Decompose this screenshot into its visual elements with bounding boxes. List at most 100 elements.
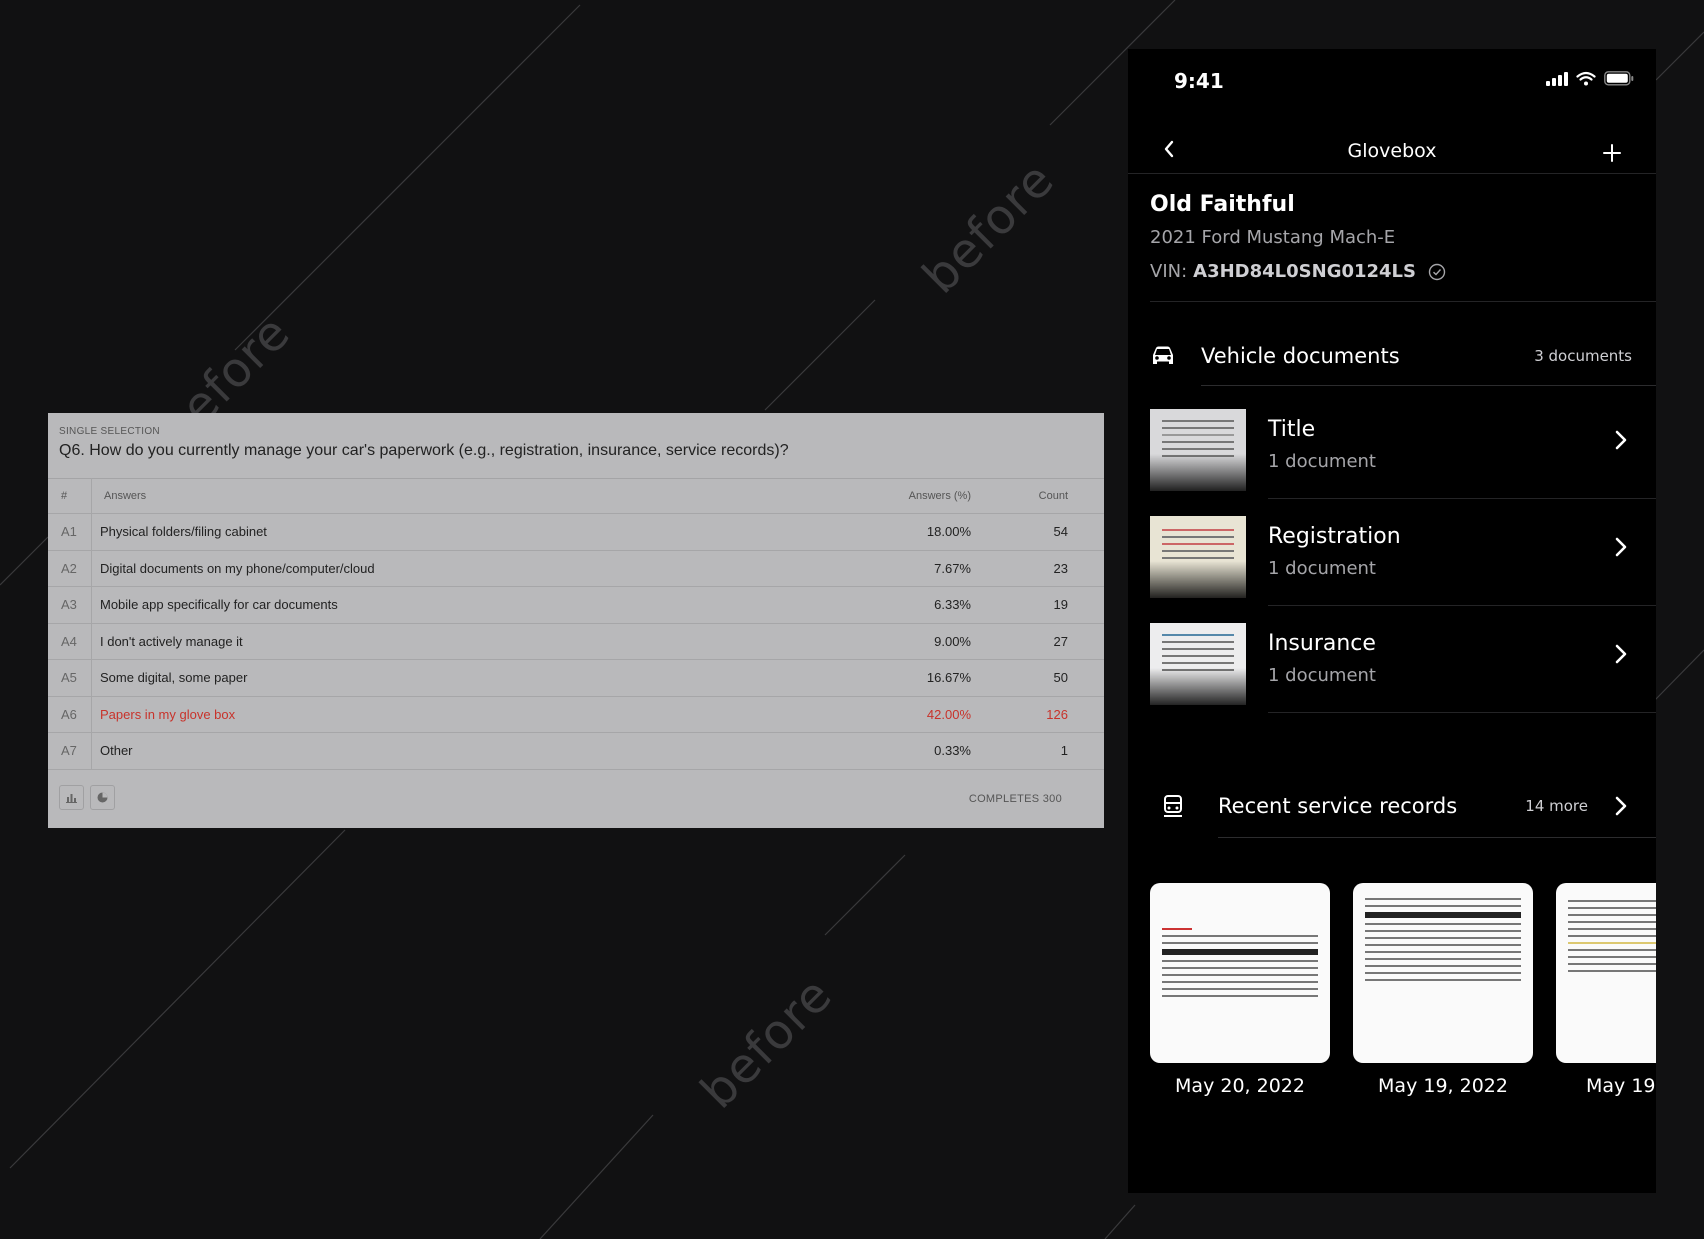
- divider: [1150, 301, 1656, 302]
- document-item-registration[interactable]: Registration 1 document: [1150, 506, 1656, 606]
- plus-icon: [1603, 144, 1621, 162]
- service-record-date: May 19,: [1586, 1075, 1656, 1097]
- chart-toggle-group: [59, 785, 115, 810]
- verified-check-icon: [1428, 263, 1446, 280]
- row-pct: 42.00%: [926, 706, 971, 722]
- battery-icon: [1604, 71, 1634, 86]
- document-title: Insurance: [1268, 631, 1376, 656]
- vehicle-documents-count: 3 documents: [1534, 347, 1632, 365]
- row-pct: 9.00%: [934, 633, 971, 649]
- vehicle-vin: VIN: A3HD84L0SNG0124LS: [1150, 261, 1446, 282]
- chevron-right-icon: [1615, 644, 1627, 664]
- document-title: Registration: [1268, 524, 1401, 549]
- vehicle-documents-header: Vehicle documents 3 documents: [1128, 334, 1656, 378]
- row-count: 23: [1053, 560, 1068, 576]
- service-record-card[interactable]: [1353, 883, 1533, 1063]
- question-text: Q6. How do you currently manage your car…: [59, 442, 789, 459]
- divider: [1128, 173, 1656, 174]
- row-pct: 7.67%: [934, 560, 971, 576]
- document-count: 1 document: [1268, 451, 1376, 472]
- selection-type-label: SINGLE SELECTION: [59, 426, 160, 437]
- vehicle-name: Old Faithful: [1150, 192, 1295, 217]
- row-count: 27: [1053, 633, 1068, 649]
- watermark-before-bottom: before: [690, 966, 844, 1120]
- service-records-header[interactable]: Recent service records 14 more: [1128, 784, 1656, 828]
- row-answer: Some digital, some paper: [100, 670, 248, 686]
- table-row-highlighted: A6 Papers in my glove box 42.00% 126: [48, 696, 1104, 733]
- header-pct: Answers (%): [908, 489, 971, 502]
- row-answer: Physical folders/filing cabinet: [100, 524, 267, 540]
- header-answers: Answers: [104, 489, 147, 502]
- completes-count: COMPLETES 300: [968, 793, 1062, 805]
- row-pct: 0.33%: [934, 743, 971, 759]
- row-count: 54: [1053, 524, 1068, 540]
- service-icon: [1164, 795, 1182, 817]
- row-count: 126: [1046, 706, 1068, 722]
- document-count: 1 document: [1268, 558, 1376, 579]
- pie-chart-button[interactable]: [90, 785, 115, 810]
- row-id: A1: [61, 524, 77, 540]
- row-answer: Mobile app specifically for car document…: [100, 597, 338, 613]
- vehicle-model: 2021 Ford Mustang Mach-E: [1150, 227, 1396, 248]
- table-row: A2 Digital documents on my phone/compute…: [48, 550, 1104, 587]
- service-record-card[interactable]: [1150, 883, 1330, 1063]
- chevron-right-icon: [1615, 796, 1627, 816]
- row-id: A7: [61, 743, 77, 759]
- table-row: A3 Mobile app specifically for car docum…: [48, 587, 1104, 624]
- document-item-insurance[interactable]: Insurance 1 document: [1150, 613, 1656, 713]
- divider: [1218, 837, 1656, 838]
- divider: [1201, 385, 1656, 386]
- header-count: Count: [1038, 489, 1068, 502]
- signal-icon: [1546, 71, 1568, 86]
- document-title: Title: [1268, 417, 1316, 442]
- nav-bar: Glovebox: [1128, 129, 1656, 177]
- document-thumbnail: [1150, 409, 1246, 491]
- header-num: #: [61, 489, 68, 502]
- status-icons: [1546, 71, 1634, 86]
- watermark-before-top: before: [912, 151, 1066, 305]
- table-row: A4 I don't actively manage it 9.00% 27: [48, 623, 1104, 660]
- wifi-icon: [1576, 71, 1596, 86]
- row-id: A4: [61, 633, 77, 649]
- document-item-title[interactable]: Title 1 document: [1150, 399, 1656, 499]
- service-record-date: May 19, 2022: [1378, 1075, 1508, 1097]
- car-icon: [1153, 346, 1173, 364]
- row-id: A6: [61, 706, 77, 722]
- row-answer: Other: [100, 743, 133, 759]
- row-answer: I don't actively manage it: [100, 633, 243, 649]
- bar-chart-button[interactable]: [59, 785, 84, 810]
- service-record-card[interactable]: [1556, 883, 1656, 1063]
- row-id: A3: [61, 597, 77, 613]
- document-thumbnail: [1150, 623, 1246, 705]
- service-records-more: 14 more: [1525, 797, 1588, 815]
- status-time: 9:41: [1174, 69, 1224, 93]
- page-title: Glovebox: [1347, 140, 1437, 162]
- vin-label: VIN:: [1150, 261, 1188, 282]
- row-pct: 16.67%: [926, 670, 971, 686]
- add-button[interactable]: [1602, 133, 1622, 170]
- bar-chart-icon: [66, 794, 77, 803]
- service-records-title: Recent service records: [1218, 794, 1458, 818]
- phone-screen: 9:41 Glovebox Old Faithful 2021 Ford Mus…: [1128, 49, 1656, 1193]
- chevron-right-icon: [1615, 430, 1627, 450]
- table-row: A7 Other 0.33% 1: [48, 733, 1104, 770]
- document-thumbnail: [1150, 516, 1246, 598]
- answers-table: # Answers Answers (%) Count A1 Physical …: [48, 478, 1104, 770]
- row-count: 50: [1053, 670, 1068, 686]
- document-count: 1 document: [1268, 665, 1376, 686]
- row-id: A5: [61, 670, 77, 686]
- table-row: A1 Physical folders/filing cabinet 18.00…: [48, 514, 1104, 551]
- row-pct: 6.33%: [934, 597, 971, 613]
- table-row: A5 Some digital, some paper 16.67% 50: [48, 660, 1104, 697]
- row-count: 19: [1053, 597, 1068, 613]
- service-record-date: May 20, 2022: [1175, 1075, 1305, 1097]
- chevron-right-icon: [1615, 537, 1627, 557]
- row-answer: Papers in my glove box: [100, 706, 236, 722]
- row-count: 1: [1060, 743, 1068, 759]
- row-pct: 18.00%: [926, 524, 971, 540]
- pie-chart-icon: [97, 792, 108, 803]
- survey-result-card: SINGLE SELECTION Q6. How do you currentl…: [48, 413, 1104, 828]
- vehicle-documents-title: Vehicle documents: [1201, 344, 1400, 368]
- row-id: A2: [61, 560, 77, 576]
- table-header: # Answers Answers (%) Count: [48, 478, 1104, 514]
